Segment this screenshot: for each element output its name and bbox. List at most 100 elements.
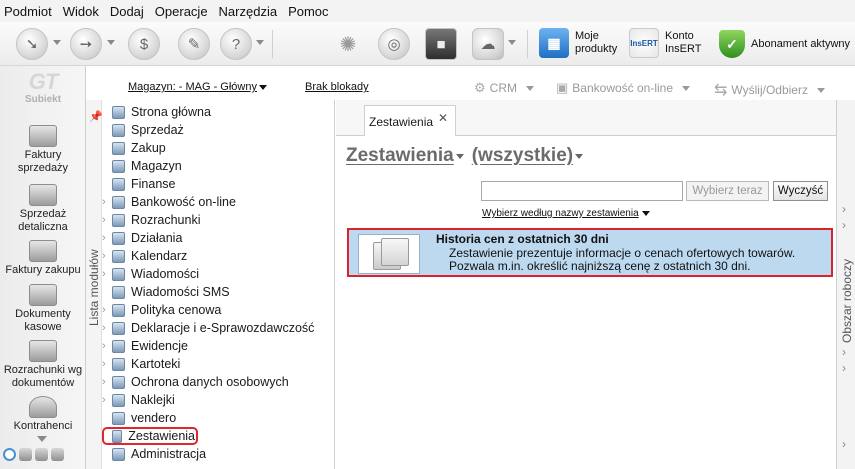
menu-operacje[interactable]: Operacje <box>155 4 208 19</box>
expand-arrow-icon[interactable]: › <box>102 268 112 280</box>
workspace-panel[interactable]: › › Obszar roboczy › › › <box>836 100 855 469</box>
module-icon <box>112 195 125 209</box>
module-item[interactable]: Zakup <box>102 139 332 157</box>
menu-podmiot[interactable]: Podmiot <box>4 4 52 19</box>
stack-icon[interactable] <box>19 448 32 461</box>
search-input[interactable] <box>481 181 683 201</box>
module-item[interactable]: Magazyn <box>102 157 332 175</box>
chevron-right-icon[interactable]: › <box>842 437 846 451</box>
rail-settlements[interactable]: Rozrachunki wg dokumentów <box>0 340 86 390</box>
module-item[interactable]: › Kartoteki <box>102 355 332 373</box>
rail-purchase-invoices[interactable]: Faktury zakupu <box>0 240 86 277</box>
module-item[interactable]: Sprzedaż <box>102 121 332 139</box>
insert-account-button[interactable]: InsERT Konto InsERT <box>629 28 701 58</box>
module-item[interactable]: Zestawienia <box>102 427 198 445</box>
rail-sales-invoices[interactable]: Faktury sprzedaży <box>0 125 86 175</box>
coins-icon <box>29 125 57 147</box>
module-item[interactable]: Strona główna <box>102 103 332 121</box>
menu-pomoc[interactable]: Pomoc <box>288 4 328 19</box>
menu-dodaj[interactable]: Dodaj <box>110 4 144 19</box>
expand-arrow-icon[interactable]: › <box>102 214 112 226</box>
chevron-down-icon[interactable] <box>575 153 584 159</box>
module-item[interactable]: › Kalendarz <box>102 247 332 265</box>
back-icon[interactable]: ➘ <box>16 28 48 60</box>
lock-status-link[interactable]: Brak blokady <box>305 81 369 93</box>
rail-scroll-down-icon[interactable] <box>37 436 47 442</box>
my-products-button[interactable]: ▦ Moje produkty <box>539 28 617 58</box>
module-item[interactable]: › Wiadomości <box>102 265 332 283</box>
expand-arrow-icon[interactable]: › <box>102 322 112 334</box>
expand-arrow-icon[interactable]: › <box>102 232 112 244</box>
coins-small-icon[interactable] <box>35 448 48 461</box>
module-icon <box>112 231 125 245</box>
module-item[interactable]: › Ochrona danych osobowych <box>102 373 332 391</box>
module-item[interactable]: Wiadomości SMS <box>102 283 332 301</box>
module-icon <box>112 447 125 461</box>
subscription-button[interactable]: ✓ Abonament aktywny <box>719 30 850 58</box>
module-icon <box>112 303 125 317</box>
pin-icon[interactable]: 📌 <box>89 110 103 123</box>
expand-arrow-icon[interactable]: › <box>102 376 112 388</box>
filter-selector[interactable]: (wszystkie) <box>472 145 573 167</box>
back-dropdown-icon[interactable] <box>53 40 61 45</box>
expand-arrow-icon[interactable]: › <box>102 358 112 370</box>
ledger-icon[interactable]: ✎ <box>178 28 210 60</box>
close-icon[interactable]: ✕ <box>438 111 448 125</box>
clear-button[interactable]: Wyczyść <box>773 181 828 201</box>
crm-label: CRM <box>489 81 517 95</box>
expand-arrow-icon[interactable]: › <box>102 394 112 406</box>
rail-cash-documents[interactable]: Dokumenty kasowe <box>0 284 86 334</box>
rail-retail-sales[interactable]: Sprzedaż detaliczna <box>0 184 86 234</box>
crm-button[interactable]: ⚙ CRM <box>474 80 534 96</box>
rail-contractors[interactable]: Kontrahenci <box>0 396 86 433</box>
module-item[interactable]: vendero <box>102 409 332 427</box>
module-item-label: Działania <box>131 231 183 245</box>
expand-arrow-icon[interactable]: › <box>102 196 112 208</box>
module-item[interactable]: › Deklaracje i e-Sprawozdawczość <box>102 319 332 337</box>
coins-icon[interactable]: $ <box>128 28 160 60</box>
module-item-label: vendero <box>131 411 177 425</box>
chevron-right-icon[interactable]: › <box>842 218 846 232</box>
menu-narzedzia[interactable]: Narzędzia <box>219 4 278 19</box>
module-item[interactable]: › Polityka cenowa <box>102 301 332 319</box>
module-item-label: Wiadomości SMS <box>131 285 230 299</box>
tab-zestawienia[interactable]: Zestawienia ✕ <box>364 105 456 137</box>
chevron-right-icon[interactable]: › <box>842 345 846 359</box>
menu-widok[interactable]: Widok <box>63 4 99 19</box>
choose-now-button[interactable]: Wybierz teraz <box>686 181 769 201</box>
help-dropdown-icon[interactable] <box>256 40 264 45</box>
chevron-down-icon[interactable] <box>455 153 464 159</box>
loading-icon[interactable]: ✺ <box>332 28 364 60</box>
expand-arrow-icon[interactable]: › <box>102 340 112 352</box>
cloud-icon[interactable]: ☁ <box>472 28 504 60</box>
expand-arrow-icon[interactable]: › <box>102 250 112 262</box>
cloud-dropdown-icon[interactable] <box>508 40 516 45</box>
report-item[interactable]: Historia cen z ostatnich 30 dni Zestawie… <box>347 228 833 277</box>
register-icon <box>29 184 57 206</box>
forward-dropdown-icon[interactable] <box>107 40 115 45</box>
module-item[interactable]: › Rozrachunki <box>102 211 332 229</box>
circle-icon[interactable] <box>3 448 16 461</box>
help-icon[interactable]: ? <box>220 28 252 60</box>
forward-icon[interactable]: ➙ <box>70 28 102 60</box>
module-item[interactable]: › Ewidencje <box>102 337 332 355</box>
cube-icon[interactable]: ■ <box>425 28 457 60</box>
module-item[interactable]: Administracja <box>102 445 332 463</box>
globe-icon[interactable]: ◎ <box>378 28 410 60</box>
title-selector[interactable]: Zestawienia <box>346 145 454 167</box>
module-item-label: Bankowość on-line <box>131 195 236 209</box>
send-receive-button[interactable]: ⇆ Wyślij/Odbierz <box>714 80 825 100</box>
module-item[interactable]: › Bankowość on-line <box>102 193 332 211</box>
warehouse-selector[interactable]: Magazyn: - MAG - Główny <box>128 81 267 93</box>
chevron-right-icon[interactable]: › <box>842 361 846 375</box>
expand-arrow-icon[interactable]: › <box>102 304 112 316</box>
chevron-right-icon[interactable]: › <box>842 202 846 216</box>
choose-by-name-dropdown[interactable]: Wybierz według nazwy zestawienia <box>482 208 650 219</box>
box-small-icon[interactable] <box>51 448 64 461</box>
module-item[interactable]: › Naklejki <box>102 391 332 409</box>
banking-button[interactable]: ▣ Bankowość on-line <box>556 80 691 96</box>
module-item[interactable]: › Działania <box>102 229 332 247</box>
chevron-down-icon <box>258 84 267 90</box>
module-icon <box>112 411 125 425</box>
module-item[interactable]: Finanse <box>102 175 332 193</box>
